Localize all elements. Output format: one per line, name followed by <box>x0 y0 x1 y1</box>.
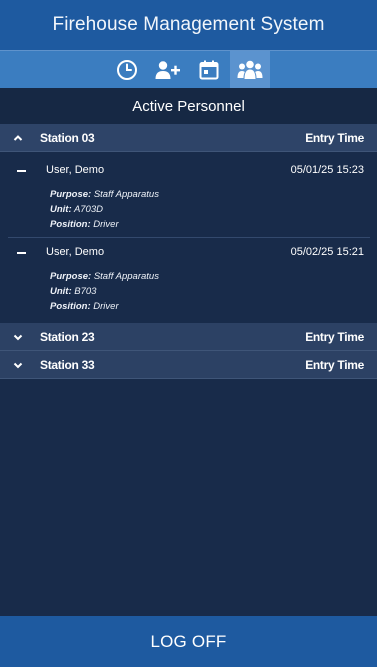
clock-icon <box>117 59 137 80</box>
position-detail: Position: Driver <box>50 219 119 230</box>
tab-add-user[interactable] <box>148 51 188 88</box>
station-name: Station 03 <box>40 130 95 145</box>
purpose-detail: Purpose: Staff Apparatus <box>50 271 159 282</box>
chevron-down-icon <box>13 362 23 369</box>
chevron-up-icon <box>13 135 23 141</box>
nav-bar <box>0 51 377 88</box>
station-group-header[interactable]: Station 23 Entry Time <box>0 323 377 351</box>
entry-time-header: Entry Time <box>305 130 364 145</box>
purpose-detail: Purpose: Staff Apparatus <box>50 189 159 200</box>
station-name: Station 23 <box>40 329 95 344</box>
collapse-icon[interactable] <box>17 170 26 172</box>
calendar-icon <box>199 60 219 79</box>
personnel-row[interactable]: User, Demo 05/02/25 15:21 Purpose: Staff… <box>0 234 377 322</box>
app-header: Firehouse Management System <box>0 0 377 51</box>
chevron-down-icon <box>13 334 23 341</box>
position-detail: Position: Driver <box>50 301 119 312</box>
entry-time: 05/01/25 15:23 <box>290 164 364 176</box>
person-name: User, Demo <box>46 246 105 258</box>
logoff-button[interactable]: LOG OFF <box>0 616 377 667</box>
person-name: User, Demo <box>46 164 105 176</box>
station-group-header[interactable]: Station 03 Entry Time <box>0 124 377 152</box>
logoff-label: LOG OFF <box>150 631 227 651</box>
collapse-icon[interactable] <box>17 252 26 254</box>
tab-clock[interactable] <box>107 51 147 88</box>
entry-time-header: Entry Time <box>305 357 364 372</box>
group-icon <box>237 60 263 79</box>
unit-detail: Unit: A703D <box>50 204 103 215</box>
personnel-row[interactable]: User, Demo 05/01/25 15:23 Purpose: Staff… <box>0 152 377 238</box>
station-name: Station 33 <box>40 357 95 372</box>
unit-detail: Unit: B703 <box>50 286 97 297</box>
entry-time-header: Entry Time <box>305 329 364 344</box>
tab-calendar[interactable] <box>189 51 229 88</box>
app-title: Firehouse Management System <box>52 14 325 35</box>
page-title: Active Personnel <box>0 88 377 124</box>
tab-personnel[interactable] <box>230 51 270 88</box>
entry-time: 05/02/25 15:21 <box>290 246 364 258</box>
station-group-header[interactable]: Station 33 Entry Time <box>0 351 377 379</box>
add-user-icon <box>155 60 180 79</box>
